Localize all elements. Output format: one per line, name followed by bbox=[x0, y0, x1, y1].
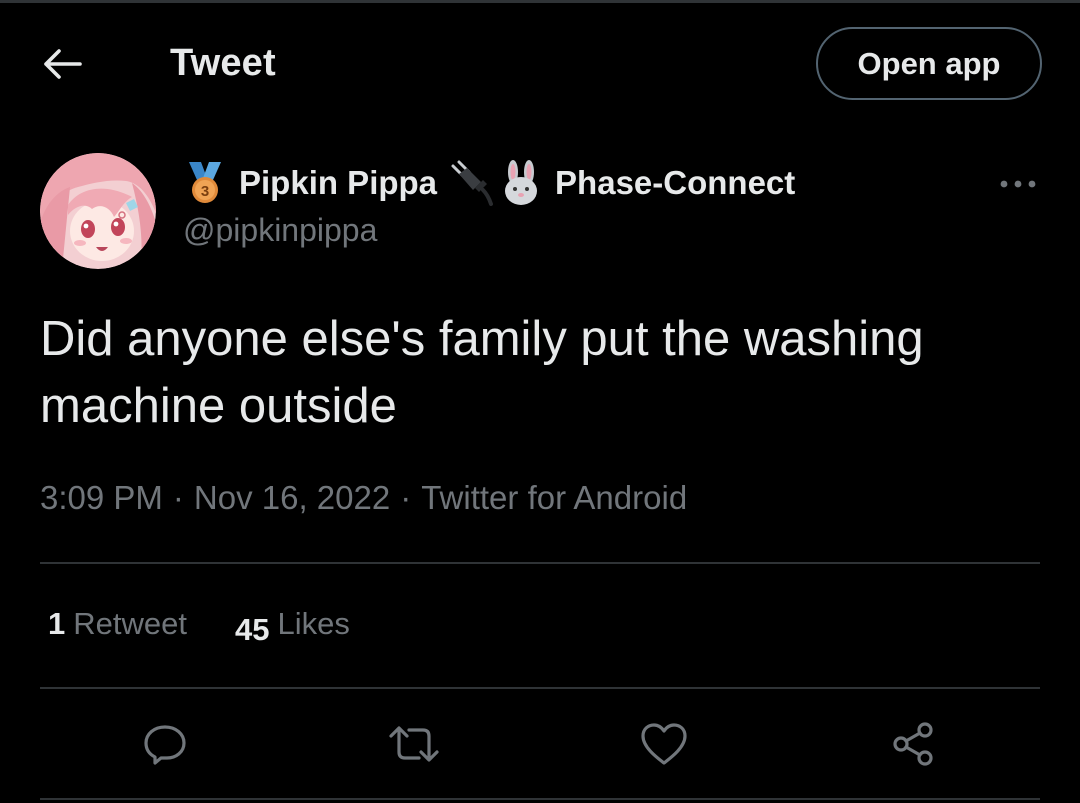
open-app-button[interactable]: Open app bbox=[816, 27, 1042, 100]
medal-icon: 3 bbox=[189, 162, 221, 203]
likes-count: 45 bbox=[234, 612, 270, 647]
avatar[interactable] bbox=[40, 153, 156, 269]
tweet-metadata: 3:09 PM · Nov 16, 2022 · Twitter for Android bbox=[40, 479, 687, 517]
tweet-time[interactable]: 3:09 PM bbox=[40, 479, 163, 516]
retweets-stat[interactable]: 1 Retweet bbox=[48, 606, 187, 642]
display-name: Pipkin Pippa bbox=[239, 164, 438, 201]
tweet-text: Did anyone else's family put the washing… bbox=[40, 312, 924, 433]
retweet-button[interactable] bbox=[386, 716, 442, 772]
page-title: Tweet bbox=[170, 42, 276, 84]
arrow-left-icon bbox=[44, 49, 82, 79]
more-options-button[interactable] bbox=[996, 166, 1040, 202]
bottom-border bbox=[40, 798, 1040, 800]
retweet-icon bbox=[389, 726, 439, 762]
like-icon bbox=[641, 723, 687, 765]
separator-dot: · bbox=[400, 479, 412, 516]
divider bbox=[40, 562, 1040, 564]
tweet-date[interactable]: Nov 16, 2022 bbox=[194, 479, 390, 516]
affiliation-name: Phase-Connect bbox=[555, 164, 796, 201]
svg-text:3: 3 bbox=[201, 183, 209, 200]
share-icon bbox=[893, 722, 933, 766]
author-handle[interactable]: @pipkinpippa bbox=[183, 212, 377, 249]
divider bbox=[40, 687, 1040, 689]
share-button[interactable] bbox=[885, 716, 941, 772]
like-button[interactable] bbox=[636, 716, 692, 772]
more-dots-icon bbox=[1000, 180, 1036, 188]
retweets-count: 1 bbox=[48, 606, 66, 641]
author-name-row[interactable]: 3 Pipkin Pippa Phase-Connect bbox=[183, 160, 795, 206]
reply-icon bbox=[144, 725, 186, 765]
avatar-image bbox=[40, 153, 156, 269]
likes-stat[interactable]: 45 Likes bbox=[235, 606, 350, 647]
plug-icon bbox=[451, 160, 494, 206]
separator-dot: · bbox=[172, 479, 184, 516]
retweets-label: Retweet bbox=[73, 606, 187, 641]
reply-button[interactable] bbox=[137, 716, 193, 772]
stats-row: 1 Retweet 45 Likes bbox=[48, 606, 350, 650]
likes-label: Likes bbox=[277, 606, 350, 641]
header: Tweet Open app bbox=[0, 0, 1080, 128]
rabbit-icon bbox=[505, 160, 538, 205]
tweet-page: Tweet Open app 3 Pipkin Pippa Phase-Conn… bbox=[0, 0, 1080, 803]
back-button[interactable] bbox=[36, 40, 88, 88]
tweet-source[interactable]: Twitter for Android bbox=[421, 479, 687, 516]
